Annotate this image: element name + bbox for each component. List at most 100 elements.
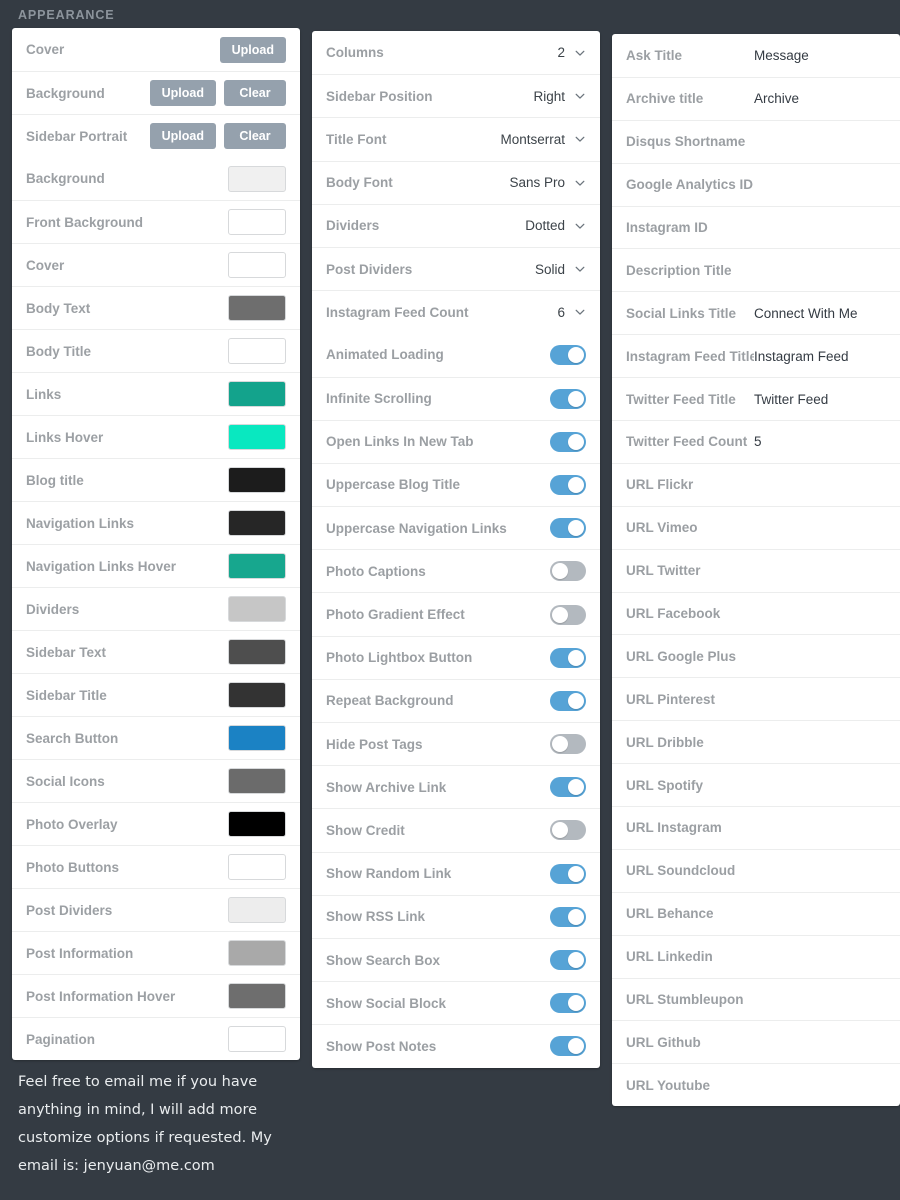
toggle-switch[interactable] — [550, 863, 586, 884]
toggle-switch[interactable] — [550, 906, 586, 927]
upload-button[interactable]: Upload — [149, 80, 216, 106]
color-swatch[interactable] — [228, 510, 286, 536]
toggle-knob — [568, 865, 584, 882]
panel-colors: Cover Upload Background Upload Clear Sidebar … — [12, 28, 300, 1060]
toggle-row: Show Random Link — [312, 851, 600, 895]
dropdown-select[interactable]: 2 — [557, 45, 586, 60]
appearance-settings-screen: APPEARANCE Cover Upload Background Upload Cl… — [0, 0, 900, 1200]
color-row: Body Title — [12, 329, 300, 372]
row-label: Photo Lightbox Button — [326, 650, 473, 666]
text-input[interactable]: Instagram Feed — [754, 349, 886, 364]
toggle-switch[interactable] — [550, 1036, 586, 1057]
color-swatch[interactable] — [228, 897, 286, 923]
toggle-switch[interactable] — [550, 690, 586, 711]
toggle-switch[interactable] — [550, 518, 586, 539]
color-swatch[interactable] — [228, 768, 286, 794]
color-swatch[interactable] — [228, 983, 286, 1009]
toggle-switch[interactable] — [550, 993, 586, 1014]
color-swatch[interactable] — [228, 467, 286, 493]
row-label: Dividers — [326, 218, 380, 234]
toggle-knob — [568, 692, 584, 709]
select-row[interactable]: Title Font Montserrat — [312, 117, 600, 160]
clear-button[interactable]: Clear — [224, 80, 286, 106]
row-label: Body Title — [26, 343, 92, 359]
chevron-down-icon — [574, 220, 586, 232]
select-row[interactable]: Post Dividers Solid — [312, 246, 600, 290]
row-label: Search Button — [26, 730, 119, 746]
color-swatch[interactable] — [228, 639, 286, 665]
color-swatch[interactable] — [228, 338, 286, 364]
toggle-switch[interactable] — [550, 561, 586, 582]
color-swatch[interactable] — [228, 252, 286, 278]
text-field-row: URL Vimeo — [612, 505, 900, 549]
clear-button[interactable]: Clear — [224, 123, 286, 149]
toggle-row: Show RSS Link — [312, 894, 600, 938]
toggle-switch[interactable] — [550, 388, 586, 409]
toggle-switch[interactable] — [550, 474, 586, 495]
row-buttons: Upload Clear — [149, 123, 286, 149]
toggle-switch[interactable] — [550, 344, 586, 365]
color-row: Post Dividers — [12, 888, 300, 931]
dropdown-select[interactable]: Right — [533, 89, 586, 104]
color-swatch[interactable] — [228, 725, 286, 751]
upload-row: Cover Upload — [12, 28, 300, 71]
color-swatch[interactable] — [228, 424, 286, 450]
toggle-knob — [568, 908, 584, 925]
row-label: Uppercase Navigation Links — [326, 520, 507, 536]
select-row[interactable]: Instagram Feed Count 6 — [312, 290, 600, 333]
select-row[interactable]: Body Font Sans Pro — [312, 160, 600, 204]
toggle-switch[interactable] — [550, 820, 586, 841]
text-field-row: Ask Title Message — [612, 34, 900, 77]
select-row[interactable]: Sidebar Position Right — [312, 74, 600, 117]
text-input[interactable]: 5 — [754, 434, 886, 449]
color-swatch[interactable] — [228, 381, 286, 407]
toggle-switch[interactable] — [550, 734, 586, 755]
color-swatch[interactable] — [228, 682, 286, 708]
toggle-switch[interactable] — [550, 604, 586, 625]
dropdown-select[interactable]: Dotted — [525, 218, 586, 233]
color-swatch[interactable] — [228, 1026, 286, 1052]
row-label: Front Background — [26, 214, 143, 230]
upload-button[interactable]: Upload — [219, 36, 286, 63]
color-swatch[interactable] — [228, 811, 286, 837]
text-field-row: Google Analytics ID — [612, 162, 900, 206]
color-swatch[interactable] — [228, 165, 286, 192]
toggle-knob — [568, 346, 584, 363]
text-input[interactable]: Connect With Me — [754, 306, 886, 321]
color-swatch[interactable] — [228, 854, 286, 880]
color-swatch[interactable] — [228, 209, 286, 235]
text-field-row: Social Links Title Connect With Me — [612, 291, 900, 334]
color-row: Pagination — [12, 1017, 300, 1060]
text-input[interactable]: Message — [754, 48, 886, 63]
dropdown-select[interactable]: Solid — [535, 262, 586, 277]
upload-button[interactable]: Upload — [149, 123, 216, 149]
text-field-row: Archive title Archive — [612, 76, 900, 120]
toggle-switch[interactable] — [550, 777, 586, 798]
toggle-switch[interactable] — [550, 647, 586, 668]
toggle-knob — [552, 563, 568, 580]
toggle-row: Infinite Scrolling — [312, 376, 600, 420]
toggle-switch[interactable] — [550, 431, 586, 452]
select-row[interactable]: Dividers Dotted — [312, 203, 600, 247]
upload-rows-group: Cover Upload Background Upload Clear Sidebar … — [12, 28, 300, 157]
color-row: Body Text — [12, 286, 300, 329]
toggle-switch[interactable] — [550, 950, 586, 971]
color-swatch[interactable] — [228, 596, 286, 622]
text-input[interactable]: Twitter Feed — [754, 392, 886, 407]
dropdown-select[interactable]: Sans Pro — [509, 175, 586, 190]
text-field-row: URL Dribble — [612, 720, 900, 763]
color-swatch[interactable] — [228, 553, 286, 579]
chevron-down-icon — [574, 306, 586, 318]
settings-columns: Cover Upload Background Upload Clear Sidebar … — [0, 28, 900, 1107]
dropdown-select[interactable]: 6 — [557, 305, 586, 320]
select-row[interactable]: Columns 2 — [312, 31, 600, 74]
color-swatch[interactable] — [228, 940, 286, 966]
chevron-down-icon — [574, 90, 586, 102]
dropdown-select[interactable]: Montserrat — [500, 132, 586, 147]
row-label: Social Links Title — [626, 305, 737, 321]
color-swatch[interactable] — [228, 295, 286, 321]
row-label: Show RSS Link — [326, 909, 426, 925]
row-label: URL Behance — [626, 906, 714, 922]
row-label: Dividers — [26, 601, 80, 617]
text-input[interactable]: Archive — [754, 91, 886, 106]
